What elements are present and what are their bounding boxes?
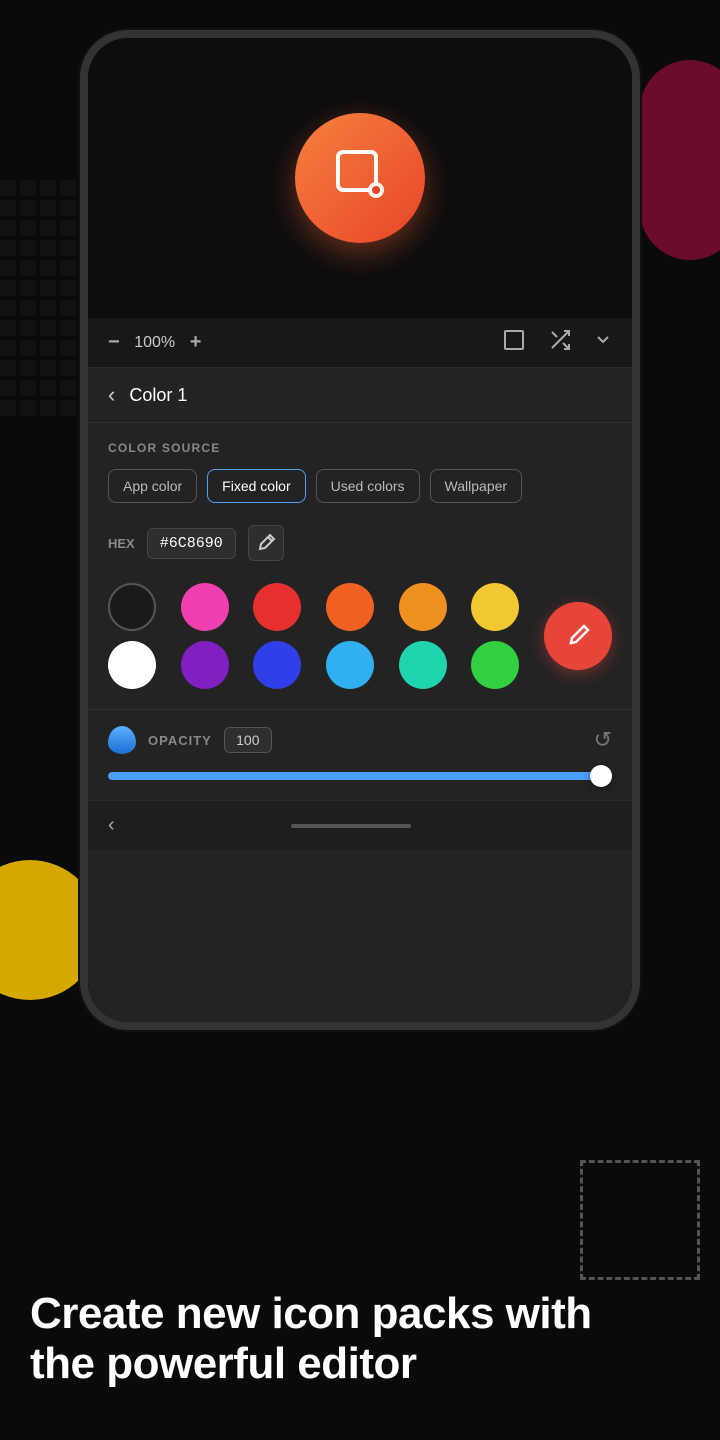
water-drop-icon [108,726,136,754]
app-icon [295,113,425,243]
color-source-section: COLOR SOURCE App color Fixed color Used … [88,423,632,513]
swatch-green[interactable] [471,641,519,689]
panel-header: ‹ Color 1 [88,368,632,423]
tab-fixed-color[interactable]: Fixed color [207,469,305,503]
swatch-orange[interactable] [326,583,374,631]
bg-dark-red-shape [640,60,720,260]
reset-opacity-button[interactable]: ↺ [594,727,612,753]
zoom-bar: − 100% + [88,318,632,368]
swatch-white[interactable] [108,641,156,689]
slider-track [108,772,612,780]
opacity-label: OPACITY [148,733,212,748]
hex-section: HEX #6C8690 [88,513,632,573]
eyedropper-button[interactable] [248,525,284,561]
color-source-tabs: App color Fixed color Used colors Wallpa… [108,469,612,503]
opacity-header: OPACITY 100 ↺ [108,726,612,754]
promo-text: Create new icon packs with the powerful … [30,1289,640,1390]
swatch-black[interactable] [108,583,156,631]
swatch-yellow[interactable] [471,583,519,631]
color-panel: ‹ Color 1 COLOR SOURCE App color Fixed c… [88,368,632,1022]
zoom-value-display: 100% [130,334,180,352]
edit-color-button[interactable] [544,602,612,670]
nav-bar-indicator [291,824,411,828]
phone-frame: − 100% + ‹ [80,30,640,1030]
app-icon-symbol [330,144,390,213]
zoom-plus-button[interactable]: + [190,331,202,354]
swatch-teal[interactable] [399,641,447,689]
color-source-label: COLOR SOURCE [108,441,612,455]
opacity-value-display[interactable]: 100 [224,727,272,753]
phone-screen: − 100% + ‹ [88,38,632,1022]
color-swatches-grid [88,573,632,703]
swatch-red[interactable] [253,583,301,631]
hex-value-display[interactable]: #6C8690 [147,528,236,559]
bg-dotted-rect [580,1160,700,1280]
bottom-nav-bar: ‹ [88,800,632,850]
opacity-section: OPACITY 100 ↺ [88,716,632,800]
divider [88,709,632,710]
tab-app-color[interactable]: App color [108,469,197,503]
frame-icon[interactable] [502,328,526,358]
tab-used-colors[interactable]: Used colors [316,469,420,503]
swatch-blue-dark[interactable] [253,641,301,689]
swatch-purple[interactable] [181,641,229,689]
zoom-minus-button[interactable]: − [108,331,120,354]
swatch-blue-light[interactable] [326,641,374,689]
tab-wallpaper[interactable]: Wallpaper [430,469,523,503]
panel-back-button[interactable]: ‹ [108,382,115,408]
top-area [88,38,632,318]
shuffle-icon[interactable] [548,328,572,358]
slider-thumb[interactable] [590,765,612,787]
swatch-pink[interactable] [181,583,229,631]
swatch-amber[interactable] [399,583,447,631]
opacity-slider[interactable] [108,766,612,786]
promo-text-section: Create new icon packs with the powerful … [30,1289,640,1390]
hex-label: HEX [108,536,135,551]
dropdown-arrow-icon[interactable] [594,331,612,355]
panel-title: Color 1 [129,385,187,406]
nav-back-button[interactable]: ‹ [108,814,115,837]
